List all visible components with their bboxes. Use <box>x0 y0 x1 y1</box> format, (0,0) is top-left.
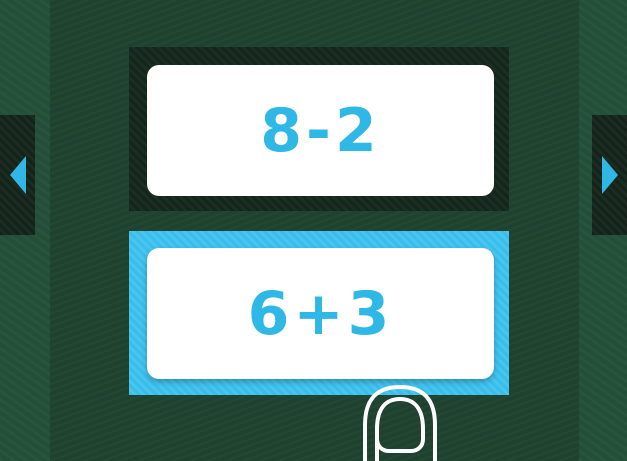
previous-button[interactable] <box>0 115 35 235</box>
next-button[interactable] <box>592 115 627 235</box>
triangle-right-icon <box>601 156 618 194</box>
card-expression: 6+3 <box>247 278 394 349</box>
selected-answer-card[interactable]: 6+3 <box>147 248 494 379</box>
finger-tap-icon <box>363 385 437 461</box>
selected-card-frame: 6+3 <box>129 231 509 395</box>
card-expression: 8-2 <box>260 95 381 166</box>
answer-card-frame: 8-2 <box>129 47 509 211</box>
game-board: 8-2 6+3 <box>0 0 627 461</box>
triangle-left-icon <box>9 156 26 194</box>
answer-card[interactable]: 8-2 <box>147 65 494 196</box>
